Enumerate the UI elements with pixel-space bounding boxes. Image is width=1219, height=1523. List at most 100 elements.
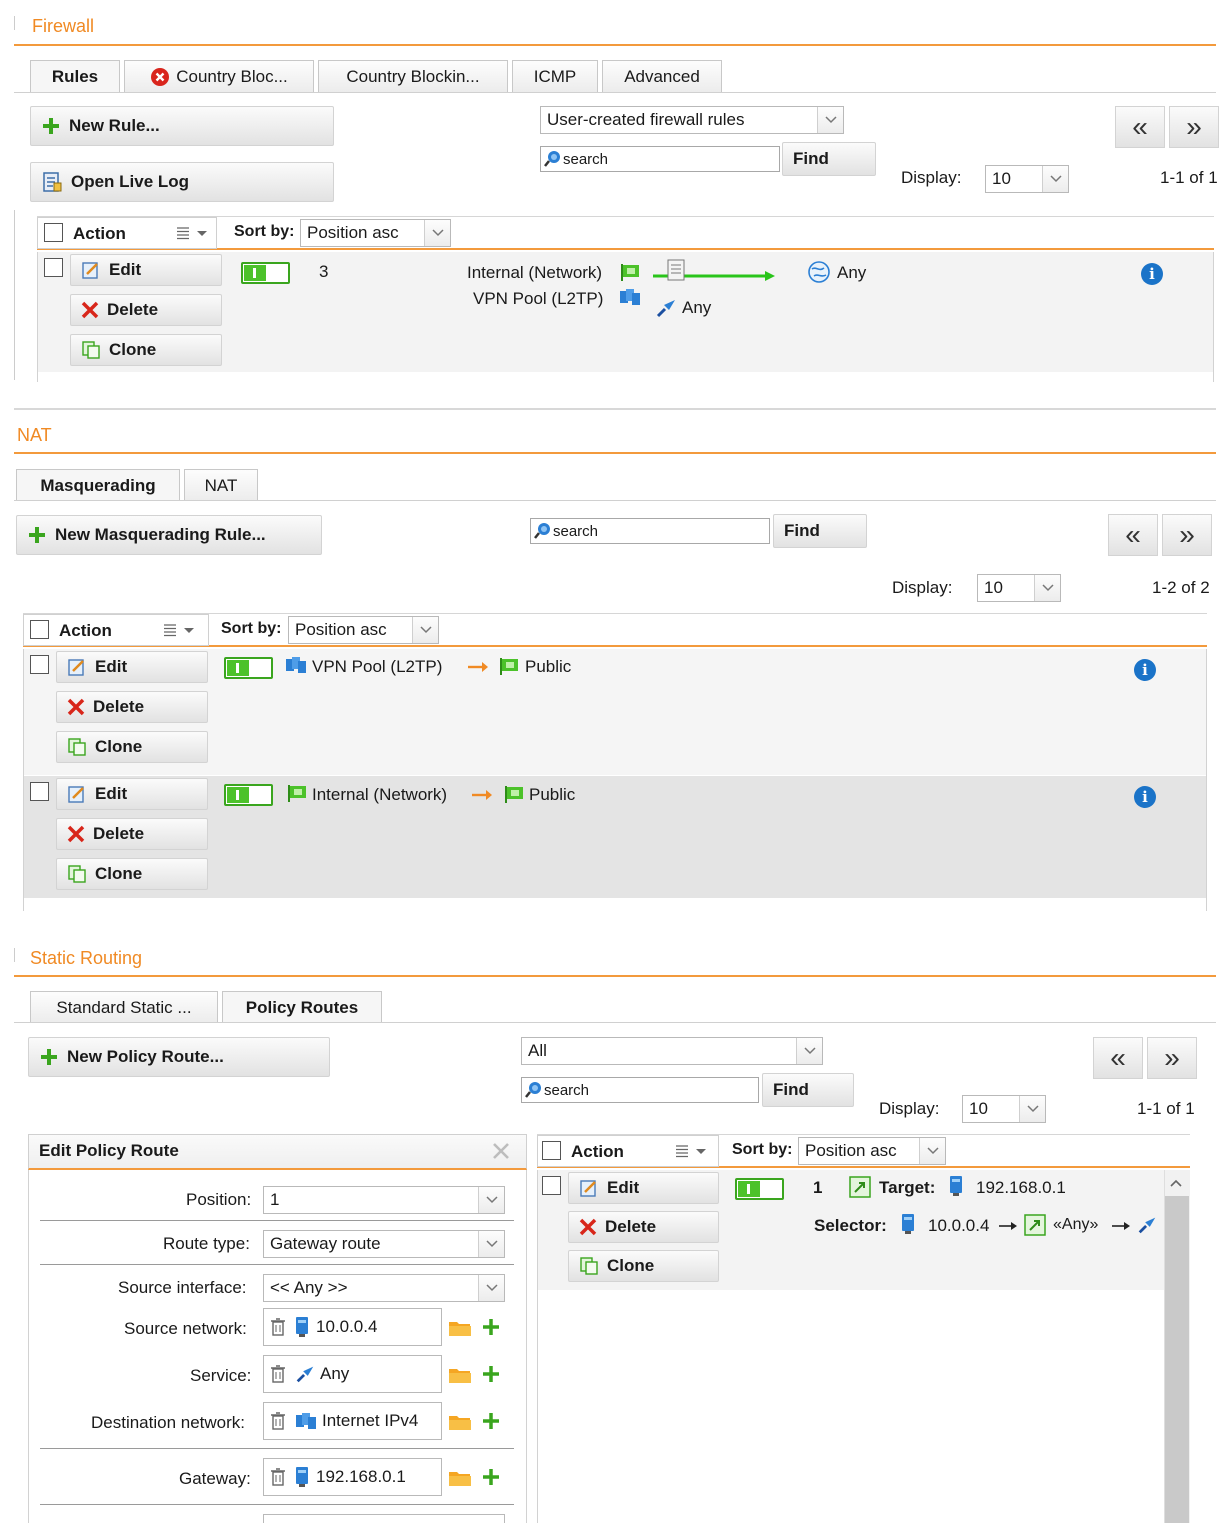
section-marker [14,16,15,30]
nat-row-2-network: Internal (Network) [312,785,448,804]
rule-filter-select[interactable]: User-created firewall rules [540,106,844,134]
route-toggle[interactable] [735,1178,784,1200]
page-next-button[interactable]: » [1169,106,1219,148]
firewall-row-checkbox[interactable] [44,258,63,277]
firewall-search-input[interactable]: search [540,146,780,172]
tab-rules[interactable]: Rules [30,60,120,92]
route-sort-select[interactable]: Position asc [798,1137,946,1165]
plus-icon[interactable] [481,1467,501,1487]
tabs-baseline [14,1022,1216,1023]
plus-icon[interactable] [481,1364,501,1384]
firewall-sort-label: Sort by: [234,223,295,240]
nat-row-1-edit-button[interactable]: Edit [56,651,208,683]
service-field[interactable]: Any [263,1355,442,1393]
log-icon [41,171,63,193]
firewall-display-select[interactable]: 10 [985,165,1069,193]
nat-page-next-button[interactable]: » [1162,514,1212,556]
nat-page-prev-button[interactable]: « [1108,514,1158,556]
route-type-select[interactable]: Gateway route [263,1230,505,1258]
route-find-button[interactable]: Find [762,1073,854,1107]
nat-row-1-clone-button[interactable]: Clone [56,731,208,763]
next-field-partial[interactable] [263,1514,505,1523]
new-rule-button[interactable]: New Rule... [30,106,334,146]
route-search-input[interactable]: search [521,1077,759,1103]
nat-sort-select[interactable]: Position asc [288,616,439,644]
nat-row-2-info-icon[interactable]: i [1134,786,1156,808]
nat-row-2-edit-button[interactable]: Edit [56,778,208,810]
nat-row-2-checkbox[interactable] [30,782,49,801]
firewall-rule-toggle[interactable] [241,262,290,284]
folder-icon[interactable] [448,1365,472,1385]
destination-network-field[interactable]: Internet IPv4 [263,1402,442,1440]
nat-display-select[interactable]: 10 [977,574,1061,602]
route-edit-button[interactable]: Edit [568,1172,719,1204]
page-prev-button[interactable]: « [1115,106,1165,148]
trash-icon[interactable] [270,1317,286,1337]
trash-icon[interactable] [270,1364,286,1384]
route-pager-text: 1-1 of 1 [1137,1099,1195,1118]
tab-country-blocking-2[interactable]: Country Blockin... [318,60,508,92]
list-menu-icon[interactable] [674,1144,708,1158]
nat-row-2-toggle[interactable] [224,784,273,806]
folder-icon[interactable] [448,1318,472,1338]
position-select[interactable]: 1 [263,1186,505,1214]
tab-nat[interactable]: NAT [184,469,258,501]
firewall-rule-info-icon[interactable]: i [1141,263,1163,285]
tab-masquerading[interactable]: Masquerading [16,469,180,501]
firewall-display-label: Display: [901,168,962,187]
folder-icon[interactable] [448,1412,472,1432]
vpn-pool-icon [284,655,308,675]
close-icon[interactable] [492,1142,510,1160]
nat-row-2-clone-button[interactable]: Clone [56,858,208,890]
list-menu-icon[interactable] [162,623,196,637]
tab-standard-static[interactable]: Standard Static ... [30,991,218,1023]
trash-icon[interactable] [270,1411,286,1431]
plus-icon[interactable] [481,1411,501,1431]
nat-row-1-delete-button[interactable]: Delete [56,691,208,723]
firewall-sort-select[interactable]: Position asc [300,219,451,247]
nat-row-1-checkbox[interactable] [30,655,49,674]
plus-icon[interactable] [481,1317,501,1337]
gateway-label: Gateway: [179,1469,251,1488]
delete-icon [579,1218,597,1236]
arrow-right-icon [466,659,490,675]
tab-icmp[interactable]: ICMP [512,60,598,92]
route-page-prev-button[interactable]: « [1093,1037,1143,1079]
source-network-field[interactable]: 10.0.0.4 [263,1308,442,1346]
nat-select-all-checkbox[interactable] [30,620,49,639]
tab-advanced[interactable]: Advanced [602,60,722,92]
scroll-up-icon[interactable] [1168,1176,1184,1190]
nat-row-1-info-icon[interactable]: i [1134,659,1156,681]
firewall-edit-button[interactable]: Edit [70,254,222,286]
gateway-field[interactable]: 192.168.0.1 [263,1458,442,1496]
left-edge [14,210,15,380]
nat-search-input[interactable]: search [530,518,770,544]
route-select-all-checkbox[interactable] [542,1141,561,1160]
tab-policy-routes[interactable]: Policy Routes [222,991,382,1023]
nat-row-1-toggle[interactable] [224,657,273,679]
tab-country-blocking-1[interactable]: Country Bloc... [124,60,314,92]
chevron-down-icon [919,1138,945,1164]
new-masquerading-rule-button[interactable]: New Masquerading Rule... [16,515,322,555]
section-separator [14,408,1216,410]
new-policy-route-button[interactable]: New Policy Route... [28,1037,330,1077]
globe-icon [807,260,831,284]
route-row-checkbox[interactable] [542,1176,561,1195]
route-display-select[interactable]: 10 [962,1095,1046,1123]
firewall-clone-button[interactable]: Clone [70,334,222,366]
route-page-next-button[interactable]: » [1147,1037,1197,1079]
route-filter-select[interactable]: All [521,1037,823,1065]
nat-find-button[interactable]: Find [773,514,867,548]
open-live-log-button[interactable]: Open Live Log [30,162,334,202]
route-clone-button[interactable]: Clone [568,1250,719,1282]
firewall-delete-button[interactable]: Delete [70,294,222,326]
trash-icon[interactable] [270,1467,286,1487]
scrollbar-thumb[interactable] [1165,1196,1189,1523]
folder-icon[interactable] [448,1468,472,1488]
list-menu-icon[interactable] [175,226,209,240]
route-delete-button[interactable]: Delete [568,1211,719,1243]
firewall-select-all-checkbox[interactable] [44,223,63,242]
firewall-find-button[interactable]: Find [782,142,876,176]
nat-row-2-delete-button[interactable]: Delete [56,818,208,850]
source-interface-select[interactable]: << Any >> [263,1274,505,1302]
